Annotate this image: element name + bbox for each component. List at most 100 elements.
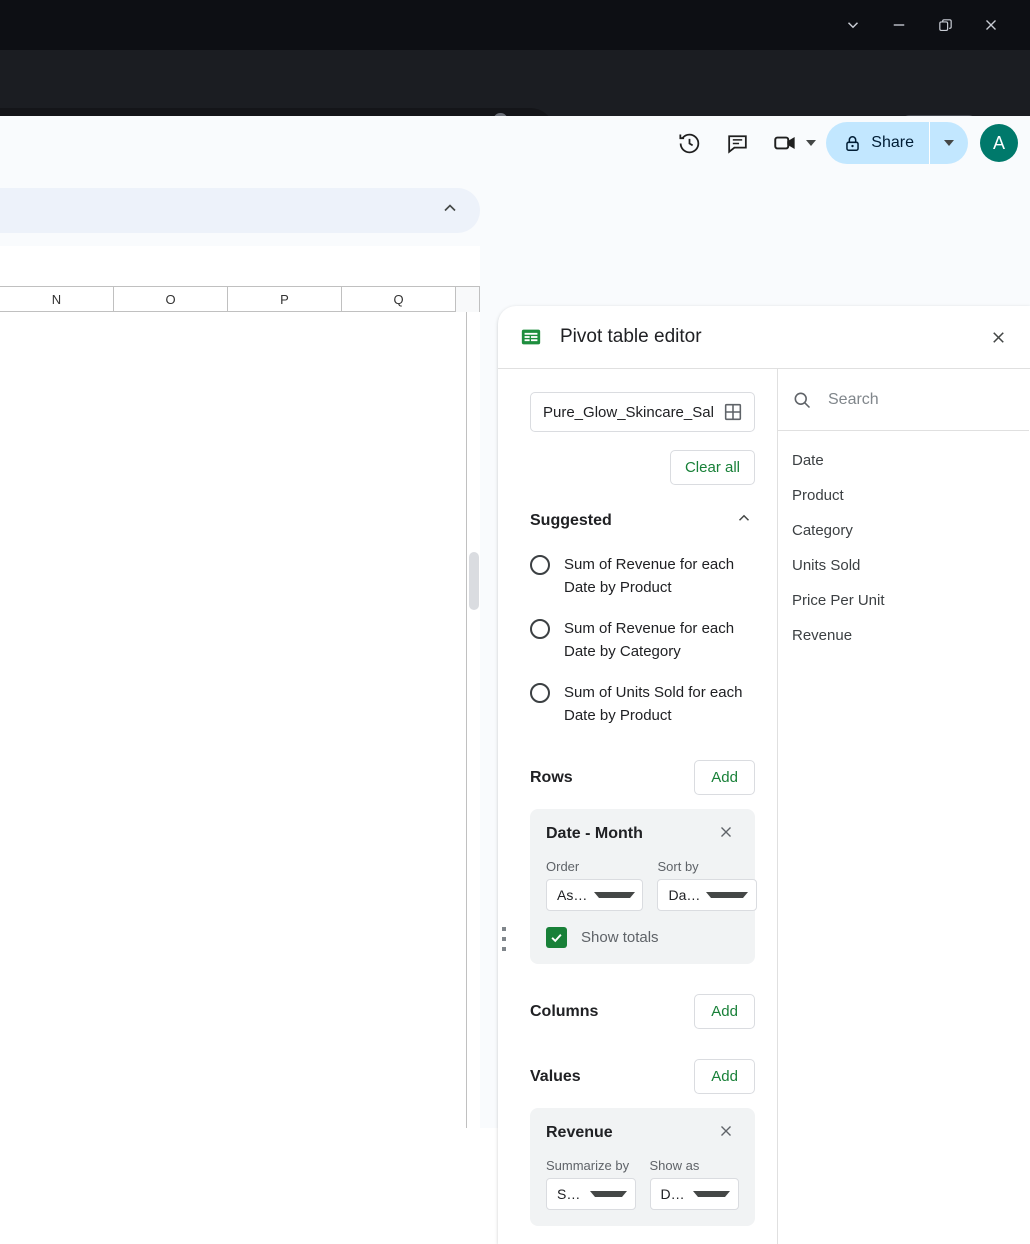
chevron-down-icon <box>706 892 749 898</box>
summarize-control: Summarize by SUM <box>546 1158 636 1210</box>
search-input[interactable] <box>828 390 1030 409</box>
share-main[interactable]: Share <box>826 122 929 164</box>
sortby-label: Sort by <box>657 859 699 874</box>
clear-all-row: Clear all <box>530 432 755 485</box>
toolbar-collapse-bar[interactable] <box>0 188 480 233</box>
values-title: Values <box>530 1067 581 1085</box>
pivot-table-editor-panel: Pivot table editor Pure_Glow_Skincare_Sa… <box>498 306 1030 1244</box>
suggestion-option[interactable]: Sum of Revenue for each Date by Product <box>530 544 755 608</box>
data-range-value: Pure_Glow_Skincare_Sal <box>543 403 714 421</box>
radio-icon[interactable] <box>530 555 550 575</box>
values-card-title: Revenue <box>546 1124 613 1141</box>
close-icon[interactable] <box>968 8 1014 42</box>
avatar[interactable]: A <box>980 124 1018 162</box>
field-item-price-per-unit[interactable]: Price Per Unit <box>778 583 1029 618</box>
search-row <box>778 369 1030 431</box>
summarize-value: SUM <box>557 1186 584 1202</box>
field-item-units-sold[interactable]: Units Sold <box>778 548 1029 583</box>
suggestion-option[interactable]: Sum of Revenue for each Date by Category <box>530 608 755 672</box>
add-column-button[interactable]: Add <box>694 994 755 1029</box>
chevron-down-icon <box>593 892 635 898</box>
suggestion-option[interactable]: Sum of Units Sold for each Date by Produ… <box>530 672 755 736</box>
column-header-q[interactable]: Q <box>342 287 456 312</box>
chevron-down-icon <box>693 1191 730 1197</box>
radio-icon[interactable] <box>530 619 550 639</box>
chevron-down-icon[interactable] <box>806 140 817 146</box>
scrollbar-thumb[interactable] <box>469 552 479 610</box>
share-dropdown-icon[interactable] <box>930 122 968 164</box>
chevron-up-icon[interactable] <box>440 198 460 223</box>
column-header-row: N O P Q <box>0 286 480 312</box>
data-range-input[interactable]: Pure_Glow_Skincare_Sal <box>530 392 755 432</box>
window-titlebar <box>0 0 1030 50</box>
close-icon[interactable] <box>980 319 1016 355</box>
summarize-select[interactable]: SUM <box>546 1178 636 1210</box>
sortby-select[interactable]: Date - M... <box>657 879 758 911</box>
close-icon[interactable] <box>717 1122 739 1144</box>
clear-all-button[interactable]: Clear all <box>669 450 755 485</box>
suggested-list: Sum of Revenue for each Date by Product … <box>530 532 755 736</box>
share-button[interactable]: Share <box>826 122 968 164</box>
show-totals-checkbox[interactable] <box>546 927 567 948</box>
add-row-button[interactable]: Add <box>694 760 755 795</box>
browser-toolbar: 75#gid=2145656175 3 <box>0 50 1030 158</box>
field-list: Date Product Category Units Sold Price P… <box>778 431 1029 653</box>
showas-select[interactable]: Default <box>649 1178 739 1210</box>
columns-title: Columns <box>530 1002 599 1020</box>
sheets-header: Share A <box>0 116 1030 185</box>
tab-search-icon[interactable] <box>830 8 876 42</box>
restore-icon[interactable] <box>922 8 968 42</box>
minimize-icon[interactable] <box>876 8 922 42</box>
sortby-value: Date - M... <box>668 887 700 903</box>
grid-cells[interactable] <box>0 312 467 1128</box>
suggestion-label: Sum of Revenue for each Date by Category <box>564 620 735 660</box>
select-range-icon[interactable] <box>722 401 744 423</box>
comment-icon[interactable] <box>717 123 757 163</box>
column-header-partial[interactable] <box>456 287 480 312</box>
panel-resize-handle[interactable] <box>498 924 511 954</box>
sortby-control: Sort by Date - M... <box>657 859 758 911</box>
field-item-revenue[interactable]: Revenue <box>778 618 1029 653</box>
version-history-icon[interactable] <box>669 123 709 163</box>
rows-card-controls: Order Ascendi... Sort by Date - M... <box>546 845 758 911</box>
values-field-card: Revenue Summarize by SUM <box>530 1108 755 1226</box>
meet-button[interactable] <box>765 123 818 163</box>
close-icon[interactable] <box>717 823 739 845</box>
column-header-n[interactable]: N <box>0 287 114 312</box>
video-camera-icon[interactable] <box>765 123 805 163</box>
showas-control: Show as Default <box>649 1158 739 1210</box>
panel-body: Pure_Glow_Skincare_Sal Clear all Suggest… <box>498 369 1030 1244</box>
suggestion-label: Sum of Revenue for each Date by Product <box>564 556 735 596</box>
columns-section-header: Columns Add <box>530 964 755 1029</box>
suggestion-label: Sum of Units Sold for each Date by Produ… <box>564 684 743 724</box>
grid-vertical-scrollbar[interactable] <box>468 312 480 1128</box>
panel-right-column: Date Product Category Units Sold Price P… <box>778 369 1030 1244</box>
suggested-section-header[interactable]: Suggested <box>530 485 755 532</box>
values-card-controls: Summarize by SUM Show as Default <box>546 1144 739 1210</box>
panel-header: Pivot table editor <box>498 306 1030 369</box>
column-header-p[interactable]: P <box>228 287 342 312</box>
order-select[interactable]: Ascendi... <box>546 879 644 911</box>
field-item-product[interactable]: Product <box>778 478 1029 513</box>
radio-icon[interactable] <box>530 683 550 703</box>
data-range-row: Pure_Glow_Skincare_Sal <box>530 369 755 432</box>
values-section-header: Values Add <box>530 1029 755 1094</box>
values-card-header: Revenue <box>546 1122 739 1144</box>
lock-icon <box>846 135 860 151</box>
order-control: Order Ascendi... <box>546 859 644 911</box>
show-totals-row[interactable]: Show totals <box>546 911 739 948</box>
chevron-down-icon <box>589 1191 627 1197</box>
panel-left-column: Pure_Glow_Skincare_Sal Clear all Suggest… <box>498 369 778 1244</box>
sheets-header-actions: Share A <box>669 122 1018 164</box>
add-value-button[interactable]: Add <box>694 1059 755 1094</box>
chevron-up-icon[interactable] <box>735 509 755 532</box>
share-label: Share <box>871 134 914 151</box>
column-header-o[interactable]: O <box>114 287 228 312</box>
field-item-category[interactable]: Category <box>778 513 1029 548</box>
field-item-date[interactable]: Date <box>778 443 1029 478</box>
rows-card-header: Date - Month <box>546 823 739 845</box>
sheets-green-icon <box>520 326 542 348</box>
showas-label: Show as <box>649 1158 700 1173</box>
show-totals-label: Show totals <box>581 929 659 946</box>
order-value: Ascendi... <box>557 887 588 903</box>
